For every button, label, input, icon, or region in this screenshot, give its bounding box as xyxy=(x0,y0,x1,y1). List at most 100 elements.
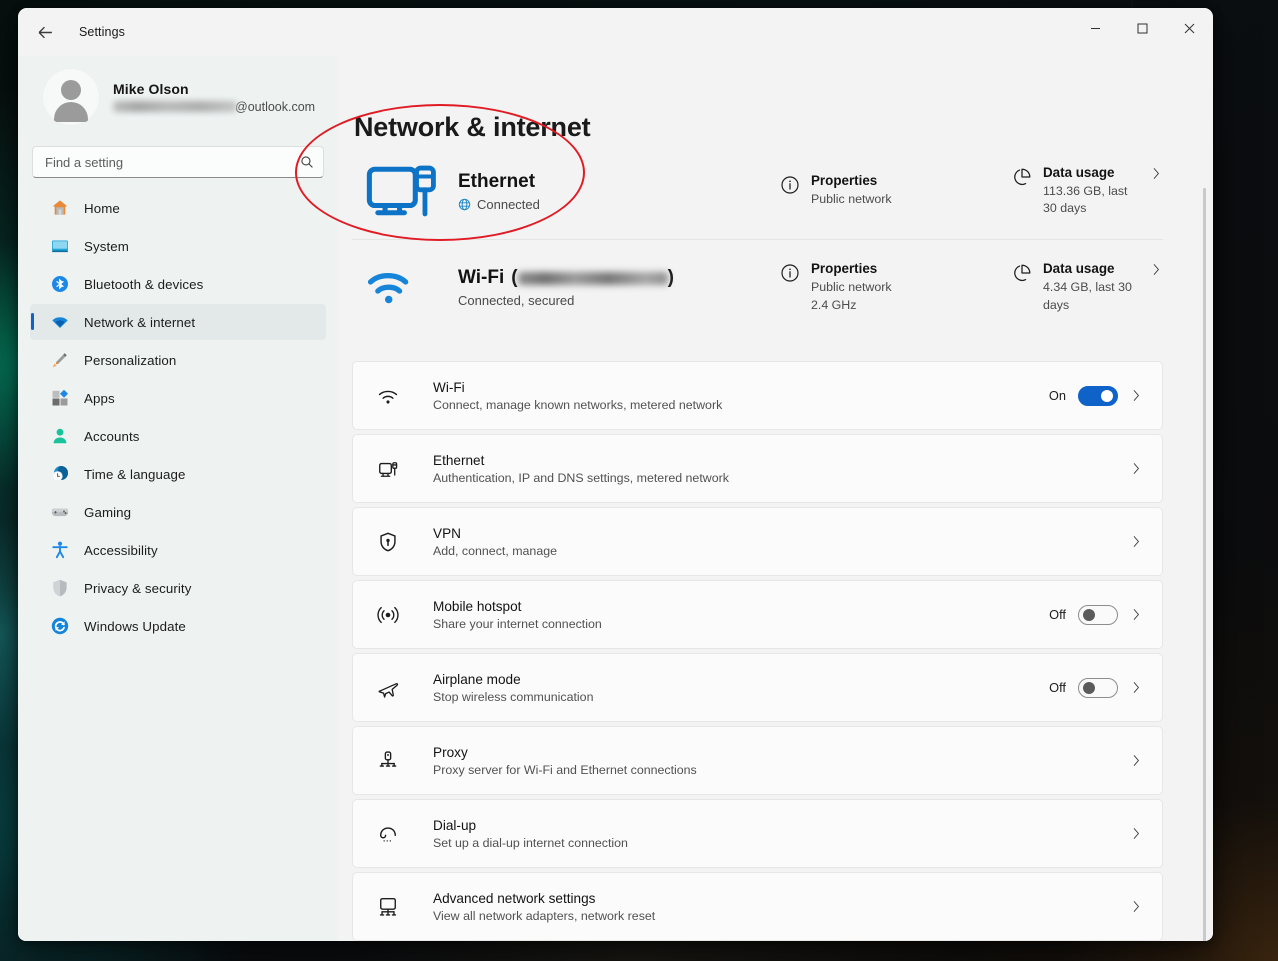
wifi-status-card[interactable]: Wi-Fi () Connected, secured Properties Publi… xyxy=(352,239,1163,335)
sidebar: Mike Olson @outlook.com Home System Blueto… xyxy=(18,56,338,941)
sidebar-item-personalization[interactable]: Personalization xyxy=(30,342,326,378)
ethernet-status-card[interactable]: Ethernet Connected Properties Public networ… xyxy=(352,143,1163,239)
close-button[interactable] xyxy=(1166,8,1213,48)
sidebar-item-label: Accounts xyxy=(84,428,140,444)
search-input[interactable] xyxy=(45,154,300,170)
settings-row-sub: Stop wireless communication xyxy=(433,689,594,704)
main-content: Network & internet Ethernet Connected Prop… xyxy=(338,56,1213,941)
ethernet-icon xyxy=(379,461,398,477)
settings-row-proxy[interactable]: Proxy Proxy server for Wi-Fi and Ethernet… xyxy=(352,726,1163,795)
pie-chart-icon xyxy=(1014,264,1031,282)
sidebar-item-label: System xyxy=(84,238,129,254)
sidebar-item-home[interactable]: Home xyxy=(30,190,326,226)
info-icon xyxy=(781,176,799,195)
ethernet-monitor-icon xyxy=(366,165,436,217)
minimize-button[interactable] xyxy=(1072,8,1119,48)
sidebar-item-apps[interactable]: Apps xyxy=(30,380,326,416)
status-value: Connected xyxy=(477,196,540,212)
ethernet-icon xyxy=(375,458,401,480)
settings-row-title: Mobile hotspot xyxy=(433,598,522,614)
settings-row-wifi[interactable]: Wi-Fi Connect, manage known networks, met… xyxy=(352,361,1163,430)
sidebar-item-bluetooth-devices[interactable]: Bluetooth & devices xyxy=(30,266,326,302)
sidebar-item-time-language[interactable]: Time & language xyxy=(30,456,326,492)
settings-row-right xyxy=(1130,827,1143,840)
back-arrow-icon xyxy=(38,26,52,38)
maximize-button[interactable] xyxy=(1119,8,1166,48)
windows-update-refresh-icon xyxy=(51,617,69,635)
settings-row-mobile-hotspot[interactable]: Mobile hotspot Share your internet connec… xyxy=(352,580,1163,649)
sidebar-item-label: Personalization xyxy=(84,352,177,368)
title-bar: Settings xyxy=(18,8,1213,56)
settings-row-vpn[interactable]: VPN Add, connect, manage xyxy=(352,507,1163,576)
back-button[interactable] xyxy=(28,15,62,49)
sidebar-item-network-internet[interactable]: Network & internet xyxy=(30,304,326,340)
mobile-hotspot-toggle[interactable] xyxy=(1078,604,1118,625)
settings-row-texts: Proxy Proxy server for Wi-Fi and Ethernet… xyxy=(433,745,1130,777)
sidebar-item-accounts[interactable]: Accounts xyxy=(30,418,326,454)
maximize-icon xyxy=(1137,23,1148,33)
settings-row-dial-up[interactable]: Dial-up Set up a dial-up internet connect… xyxy=(352,799,1163,868)
search-box[interactable] xyxy=(32,146,324,178)
action-sub: 113.36 GB, last 30 days xyxy=(1043,183,1128,215)
system-icon xyxy=(52,240,68,253)
sidebar-item-system[interactable]: System xyxy=(30,228,326,264)
action-sub: Public network xyxy=(811,192,892,207)
home-icon xyxy=(52,200,68,215)
settings-row-texts: VPN Add, connect, manage xyxy=(433,526,1130,558)
toggle-knob xyxy=(1083,681,1095,694)
window-body: Mike Olson @outlook.com Home System Blueto… xyxy=(18,56,1213,941)
content-scrollbar[interactable] xyxy=(1203,188,1206,941)
sidebar-item-label: Accessibility xyxy=(84,542,158,558)
ethernet-properties-button[interactable]: Properties Public network xyxy=(780,173,1012,208)
settings-row-sub: View all network adapters, network reset xyxy=(433,908,656,923)
chevron-right-icon xyxy=(1153,168,1159,179)
settings-row-ethernet[interactable]: Ethernet Authentication, IP and DNS setti… xyxy=(352,434,1163,503)
ethernet-data-usage-button[interactable]: Data usage 113.36 GB, last 30 days xyxy=(1012,165,1163,217)
status-value: Connected, secured xyxy=(458,293,575,308)
bluetooth-icon xyxy=(52,276,68,292)
airplane-mode-toggle[interactable] xyxy=(1078,677,1118,698)
ethernet-properties-texts: Properties Public network xyxy=(811,173,892,208)
action-sub: Public network xyxy=(811,280,892,295)
settings-row-right xyxy=(1130,900,1143,913)
action-sub-2: 2.4 GHz xyxy=(811,297,857,312)
wifi-signal-icon xyxy=(360,259,444,317)
sidebar-item-windows-update[interactable]: Windows Update xyxy=(30,608,326,644)
settings-row-sub: Add, connect, manage xyxy=(433,543,557,558)
chevron-right-icon xyxy=(1133,609,1139,620)
wifi-properties-button[interactable]: Properties Public network 2.4 GHz xyxy=(780,261,1012,313)
gaming-controller-icon xyxy=(51,508,69,517)
settings-row-title: Proxy xyxy=(433,744,468,760)
chevron-right-icon xyxy=(1133,390,1139,401)
sidebar-item-gaming[interactable]: Gaming xyxy=(30,494,326,530)
settings-row-right xyxy=(1130,462,1143,475)
settings-row-title: Advanced network settings xyxy=(433,890,596,906)
account-card[interactable]: Mike Olson @outlook.com xyxy=(30,56,326,140)
wifi-signal-icon xyxy=(367,272,409,303)
account-name: Mike Olson xyxy=(113,80,189,97)
shield-icon xyxy=(53,579,67,597)
settings-row-right xyxy=(1130,754,1143,767)
wifi-toggle[interactable] xyxy=(1078,385,1118,406)
settings-row-right: Off xyxy=(1049,604,1143,625)
proxy-icon xyxy=(379,750,397,767)
info-icon xyxy=(781,264,799,282)
search-icon xyxy=(301,156,313,168)
settings-row-texts: Wi-Fi Connect, manage known networks, met… xyxy=(433,380,1049,412)
settings-row-advanced-network-settings[interactable]: Advanced network settings View all networ… xyxy=(352,872,1163,941)
window-title: Settings xyxy=(79,25,125,39)
sidebar-item-accessibility[interactable]: Accessibility xyxy=(30,532,326,568)
time-language-clock-icon xyxy=(52,466,68,482)
wifi-properties-texts: Properties Public network 2.4 GHz xyxy=(811,261,892,313)
proxy-icon xyxy=(375,750,401,772)
sidebar-item-label: Gaming xyxy=(84,504,132,520)
wifi-data-usage-button[interactable]: Data usage 4.34 GB, last 30 days xyxy=(1012,261,1163,313)
status-title-text: Ethernet xyxy=(458,170,536,192)
sidebar-item-privacy-security[interactable]: Privacy & security xyxy=(30,570,326,606)
settings-row-title: Dial-up xyxy=(433,817,477,833)
settings-row-airplane-mode[interactable]: Airplane mode Stop wireless communication… xyxy=(352,653,1163,722)
sidebar-item-label: Time & language xyxy=(84,466,186,482)
action-sub: 4.34 GB, last 30 days xyxy=(1043,280,1132,312)
ethernet-data-usage-texts: Data usage 113.36 GB, last 30 days xyxy=(1043,165,1139,217)
dialup-icon xyxy=(380,826,396,842)
